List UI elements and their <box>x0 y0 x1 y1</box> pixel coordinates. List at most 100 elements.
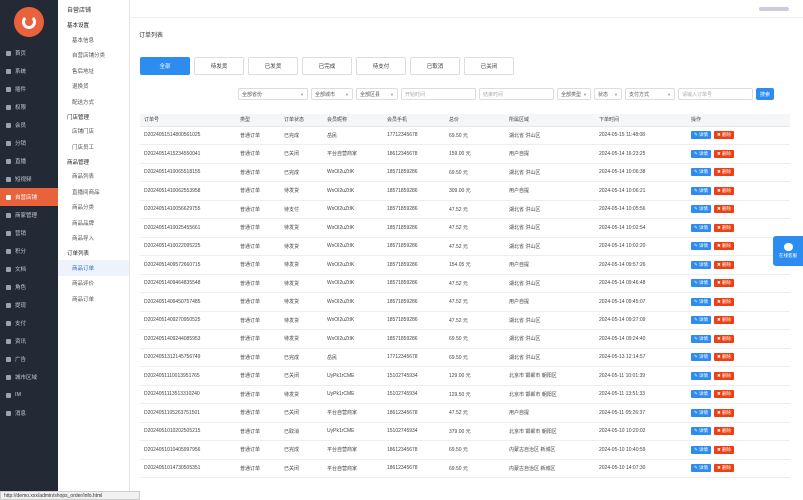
sub-menu-item[interactable]: 商品分类 <box>58 200 129 216</box>
detail-button[interactable]: ✎ 详情 <box>691 149 712 158</box>
detail-button[interactable]: ✎ 详情 <box>691 408 712 417</box>
city-select[interactable]: 全部城市 ▼ <box>311 88 353 100</box>
status-tab[interactable]: 全部 <box>140 57 190 75</box>
type-select[interactable]: 全部类型 ▼ <box>557 88 591 100</box>
nav-item[interactable]: 首页 <box>0 44 58 62</box>
status-tab[interactable]: 已关闭 <box>464 57 514 75</box>
cell-time: 2024-05-14 10:02:54 <box>595 218 687 238</box>
sub-menu-item[interactable]: 自营店铺分类 <box>58 48 129 64</box>
delete-button[interactable]: ✖ 删除 <box>714 353 735 362</box>
nav-item[interactable]: 消息 <box>0 404 58 422</box>
nav-item[interactable]: 角色 <box>0 278 58 296</box>
detail-button[interactable]: ✎ 详情 <box>691 445 712 454</box>
detail-button[interactable]: ✎ 详情 <box>691 279 712 288</box>
column-header: 总价 <box>445 114 505 127</box>
cell-area: 北京市 邯郸市 朝阳区 <box>505 422 595 441</box>
nav-item[interactable]: 支付 <box>0 314 58 332</box>
nav-item[interactable]: 权限 <box>0 98 58 116</box>
sub-sidebar: 自营店铺 基本设置 基本信息 自营店铺分类 售后地址 退换货 配送方式 门店管理 店铺门店 门店… <box>58 0 130 500</box>
delete-button[interactable]: ✖ 删除 <box>714 223 735 232</box>
delete-button[interactable]: ✖ 删除 <box>714 464 735 473</box>
nav-item[interactable]: 插件 <box>0 80 58 98</box>
sub-menu-item[interactable]: 店铺门店 <box>58 124 129 140</box>
delete-button[interactable]: ✖ 删除 <box>714 316 735 325</box>
delete-button[interactable]: ✖ 删除 <box>714 297 735 306</box>
nav-item[interactable]: 文档 <box>0 260 58 278</box>
customer-service-button[interactable]: 在线客服 <box>773 236 803 266</box>
delete-button[interactable]: ✖ 删除 <box>714 427 735 436</box>
nav-item[interactable]: 自营店铺 <box>0 188 58 206</box>
detail-button[interactable]: ✎ 详情 <box>691 371 712 380</box>
nav-item[interactable]: 积分 <box>0 242 58 260</box>
nav-item[interactable]: 提现 <box>0 296 58 314</box>
delete-button[interactable]: ✖ 删除 <box>714 334 735 343</box>
sub-menu-item[interactable]: 商品评价 <box>58 276 129 292</box>
district-select[interactable]: 全部区县 ▼ <box>356 88 398 100</box>
delete-button[interactable]: ✖ 删除 <box>714 131 735 140</box>
start-date-input[interactable]: 开始时间 <box>401 88 476 100</box>
sub-menu-item[interactable]: 商品列表 <box>58 169 129 185</box>
end-date-input[interactable]: 结束时间 <box>479 88 554 100</box>
delete-button[interactable]: ✖ 删除 <box>714 205 735 214</box>
pay-select[interactable]: 支付方式 ▼ <box>625 88 675 100</box>
detail-button[interactable]: ✎ 详情 <box>691 242 712 251</box>
delete-button[interactable]: ✖ 删除 <box>714 371 735 380</box>
delete-button[interactable]: ✖ 删除 <box>714 445 735 454</box>
delete-button[interactable]: ✖ 删除 <box>714 408 735 417</box>
sub-menu-item[interactable]: 商品订单 <box>58 291 129 307</box>
user-menu-icon[interactable] <box>759 6 789 11</box>
table-row: D2024051514800561025 普通订单 已完成 岳民 17712345678… <box>140 126 790 145</box>
delete-button[interactable]: ✖ 删除 <box>714 279 735 288</box>
nav-item[interactable]: 资讯 <box>0 332 58 350</box>
detail-button[interactable]: ✎ 详情 <box>691 205 712 214</box>
sub-menu-item[interactable]: 商品品牌 <box>58 215 129 231</box>
province-select[interactable]: 全部省份 ▼ <box>238 88 308 100</box>
delete-button[interactable]: ✖ 删除 <box>714 168 735 177</box>
detail-button[interactable]: ✎ 详情 <box>691 131 712 140</box>
nav-item[interactable]: 短视频 <box>0 170 58 188</box>
nav-item[interactable]: 营销 <box>0 224 58 242</box>
delete-button[interactable]: ✖ 删除 <box>714 149 735 158</box>
detail-button[interactable]: ✎ 详情 <box>691 316 712 325</box>
delete-button[interactable]: ✖ 删除 <box>714 390 735 399</box>
sub-menu-item[interactable]: 门店员工 <box>58 139 129 155</box>
detail-button[interactable]: ✎ 详情 <box>691 168 712 177</box>
sub-menu-item[interactable]: 基本信息 <box>58 32 129 48</box>
status-tab[interactable]: 已取消 <box>410 57 460 75</box>
detail-button[interactable]: ✎ 详情 <box>691 260 712 269</box>
sub-menu-item[interactable]: 商品订单 <box>58 260 129 276</box>
detail-button[interactable]: ✎ 详情 <box>691 390 712 399</box>
detail-button[interactable]: ✎ 详情 <box>691 297 712 306</box>
logo-icon <box>14 7 44 37</box>
sub-menu-item[interactable]: 配送方式 <box>58 94 129 110</box>
status-tab[interactable]: 已发货 <box>248 57 298 75</box>
status-tab[interactable]: 已完成 <box>302 57 352 75</box>
status-tab[interactable]: 待支付 <box>356 57 406 75</box>
nav-item[interactable]: IM <box>0 386 58 404</box>
nav-item[interactable]: 系统 <box>0 62 58 80</box>
order-search-input[interactable]: 请输入订单号 <box>678 88 753 100</box>
detail-button[interactable]: ✎ 详情 <box>691 464 712 473</box>
nav-item[interactable]: 会员 <box>0 116 58 134</box>
delete-button[interactable]: ✖ 删除 <box>714 186 735 195</box>
search-button[interactable]: 搜索 <box>756 88 774 100</box>
detail-button[interactable]: ✎ 详情 <box>691 186 712 195</box>
status-select[interactable]: 状态 ▼ <box>594 88 622 100</box>
detail-button[interactable]: ✎ 详情 <box>691 334 712 343</box>
detail-button[interactable]: ✎ 详情 <box>691 353 712 362</box>
nav-item[interactable]: 广告 <box>0 350 58 368</box>
nav-item[interactable]: 分销 <box>0 134 58 152</box>
nav-item[interactable]: 商家管理 <box>0 206 58 224</box>
delete-button[interactable]: ✖ 删除 <box>714 242 735 251</box>
sub-menu-item[interactable]: 售后地址 <box>58 63 129 79</box>
delete-button[interactable]: ✖ 删除 <box>714 260 735 269</box>
status-tab[interactable]: 待发货 <box>194 57 244 75</box>
nav-item[interactable]: 城市区域 <box>0 368 58 386</box>
sub-menu-item[interactable]: 商品导入 <box>58 231 129 247</box>
detail-button[interactable]: ✎ 详情 <box>691 427 712 436</box>
cell-total: 69.50 元 <box>445 329 505 349</box>
detail-button[interactable]: ✎ 详情 <box>691 223 712 232</box>
nav-item[interactable]: 直播 <box>0 152 58 170</box>
sub-menu-item[interactable]: 直播间商品 <box>58 184 129 200</box>
sub-menu-item[interactable]: 退换货 <box>58 79 129 95</box>
